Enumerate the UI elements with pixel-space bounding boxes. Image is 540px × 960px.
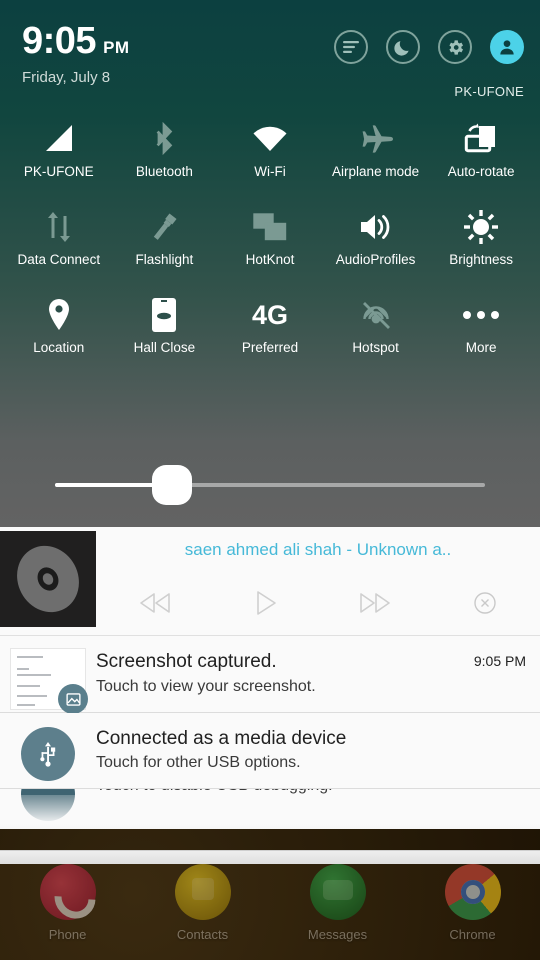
tile-hotknot[interactable]: HotKnot — [217, 203, 323, 291]
tile-row: PK-UFONE Bluetooth Wi-Fi Airplane mode A… — [6, 115, 534, 203]
wifi-icon — [252, 115, 288, 163]
shade-drag-handle[interactable] — [0, 850, 540, 864]
notification-title: Connected as a media device — [96, 727, 347, 749]
brightness-slider[interactable] — [0, 462, 540, 508]
tile-signal[interactable]: PK-UFONE — [6, 115, 112, 203]
quick-settings-panel: 9:05 PM Friday, July 8 PK-UFONE PK-UFONE… — [0, 0, 540, 527]
tile-label: Preferred — [241, 340, 299, 355]
notification-list: saen ahmed ali shah - Unknown a.. Screen… — [0, 527, 540, 864]
user-avatar-icon[interactable] — [490, 30, 524, 64]
dock-app-phone[interactable]: Phone — [0, 860, 135, 960]
shade-fade-overlay — [0, 795, 540, 830]
tile-location[interactable]: Location — [6, 291, 112, 379]
clock-date: Friday, July 8 — [22, 69, 111, 86]
dock-app-chrome[interactable]: Chrome — [405, 860, 540, 960]
auto-rotate-icon — [463, 115, 499, 163]
tile-label: Hall Close — [133, 340, 196, 355]
notification-usb[interactable]: Connected as a media device Touch for ot… — [0, 712, 540, 790]
music-player-notification[interactable]: saen ahmed ali shah - Unknown a.. — [0, 527, 540, 636]
tile-data-connect[interactable]: Data Connect — [6, 203, 112, 291]
tile-row: Location Hall Close 4G Preferred Hotspot… — [6, 291, 534, 379]
notification-title: Screenshot captured. — [96, 651, 277, 672]
dock-label: Phone — [48, 927, 87, 942]
bluetooth-icon — [151, 115, 177, 163]
tile-label: HotKnot — [245, 252, 295, 267]
flashlight-icon — [147, 203, 181, 251]
phone-app-icon — [39, 864, 96, 920]
hotknot-icon — [252, 203, 288, 251]
dock-app-messages[interactable]: Messages — [270, 860, 405, 960]
tile-bluetooth[interactable]: Bluetooth — [112, 115, 218, 203]
tile-preferred-network[interactable]: 4G Preferred — [217, 291, 323, 379]
airplane-icon — [357, 115, 395, 163]
more-dots-icon — [462, 291, 500, 339]
tile-label: Wi-Fi — [254, 164, 286, 179]
location-pin-icon — [45, 291, 73, 339]
data-transfer-icon — [45, 203, 73, 251]
notification-screenshot[interactable]: Screenshot captured. Touch to view your … — [0, 636, 540, 714]
notification-subtitle: Touch to view your screenshot. — [96, 677, 316, 695]
dock-label: Messages — [307, 927, 368, 942]
clock-ampm: PM — [103, 38, 130, 57]
music-controls — [100, 579, 540, 627]
tile-hotspot[interactable]: Hotspot — [323, 291, 429, 379]
tile-label: Brightness — [449, 252, 514, 267]
tile-label: PK-UFONE — [23, 164, 94, 179]
tile-label: AudioProfiles — [335, 252, 416, 267]
album-art-placeholder — [0, 531, 96, 627]
tile-label: Hotspot — [352, 340, 399, 355]
dock-label: Contacts — [176, 927, 229, 942]
tile-row: Data Connect Flashlight HotKnot AudioPro… — [6, 203, 534, 291]
chrome-app-icon — [444, 864, 501, 920]
clock-block[interactable]: 9:05 PM Friday, July 8 — [22, 22, 130, 86]
quick-settings-tiles: PK-UFONE Bluetooth Wi-Fi Airplane mode A… — [0, 115, 540, 379]
slider-thumb[interactable] — [152, 465, 192, 505]
carrier-label: PK-UFONE — [454, 84, 524, 99]
usb-icon — [21, 726, 75, 781]
tile-label: Bluetooth — [135, 164, 193, 179]
rewind-button[interactable] — [100, 590, 210, 616]
settings-gear-icon[interactable] — [438, 30, 472, 64]
speaker-icon — [358, 203, 394, 251]
music-track-title: saen ahmed ali shah - Unknown a.. — [184, 540, 452, 559]
tile-airplane-mode[interactable]: Airplane mode — [323, 115, 429, 203]
tile-hall-close[interactable]: Hall Close — [112, 291, 218, 379]
tile-label: Airplane mode — [332, 164, 420, 179]
tile-flashlight[interactable]: Flashlight — [112, 203, 218, 291]
contacts-app-icon — [174, 864, 231, 920]
tile-label: More — [465, 340, 497, 355]
play-button[interactable] — [210, 589, 320, 617]
notification-list-icon[interactable] — [334, 30, 368, 64]
tile-label: Flashlight — [135, 252, 194, 267]
tile-label: Location — [33, 340, 85, 355]
tile-brightness[interactable]: Brightness — [428, 203, 534, 291]
4g-text: 4G — [251, 299, 288, 330]
phone-case-icon — [151, 291, 177, 339]
dismiss-button[interactable] — [430, 590, 540, 616]
4g-icon: 4G — [252, 291, 288, 339]
fast-forward-button[interactable] — [320, 590, 430, 616]
notification-usb-debugging-partial[interactable]: Touch to disable USB debugging. — [0, 789, 540, 830]
tile-wifi[interactable]: Wi-Fi — [217, 115, 323, 203]
signal-icon — [42, 115, 76, 163]
tile-more[interactable]: More — [428, 291, 534, 379]
tile-audio-profiles[interactable]: AudioProfiles — [323, 203, 429, 291]
home-dock: Phone Contacts Messages Chrome — [0, 860, 540, 960]
dock-label: Chrome — [449, 927, 496, 942]
notification-subtitle: Touch for other USB options. — [96, 754, 301, 772]
tile-label: Data Connect — [17, 252, 101, 267]
clock-time: 9:05 — [22, 20, 97, 62]
do-not-disturb-icon[interactable] — [386, 30, 420, 64]
screenshot-image-icon — [58, 684, 88, 714]
notification-time: 9:05 PM — [473, 653, 526, 669]
messages-app-icon — [309, 864, 366, 920]
header-icon-row — [334, 30, 524, 64]
hotspot-off-icon — [358, 291, 394, 339]
tile-auto-rotate[interactable]: Auto-rotate — [428, 115, 534, 203]
dock-app-contacts[interactable]: Contacts — [135, 860, 270, 960]
sun-icon — [463, 203, 499, 251]
tile-label: Auto-rotate — [447, 164, 515, 179]
quick-settings-header: 9:05 PM Friday, July 8 PK-UFONE — [0, 0, 540, 115]
